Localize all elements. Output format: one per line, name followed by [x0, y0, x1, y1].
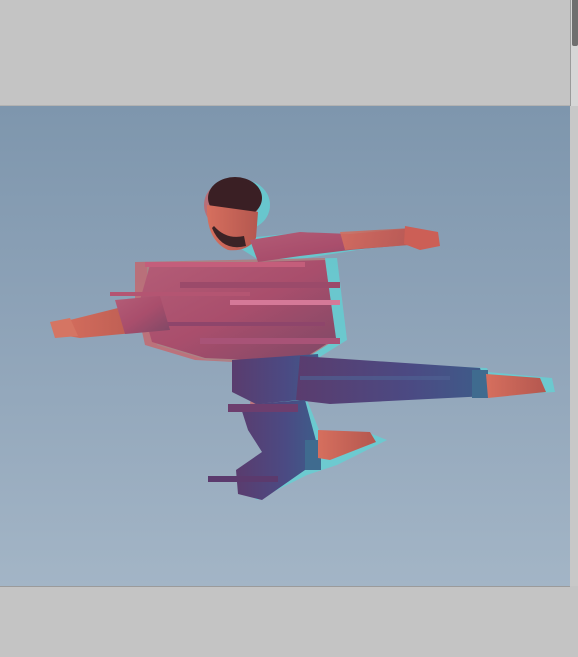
canvas-edge: [570, 106, 578, 586]
dancer-glitch-image: [50, 177, 555, 500]
scrollbar-thumb[interactable]: [572, 0, 578, 46]
document-canvas[interactable]: [0, 106, 570, 586]
